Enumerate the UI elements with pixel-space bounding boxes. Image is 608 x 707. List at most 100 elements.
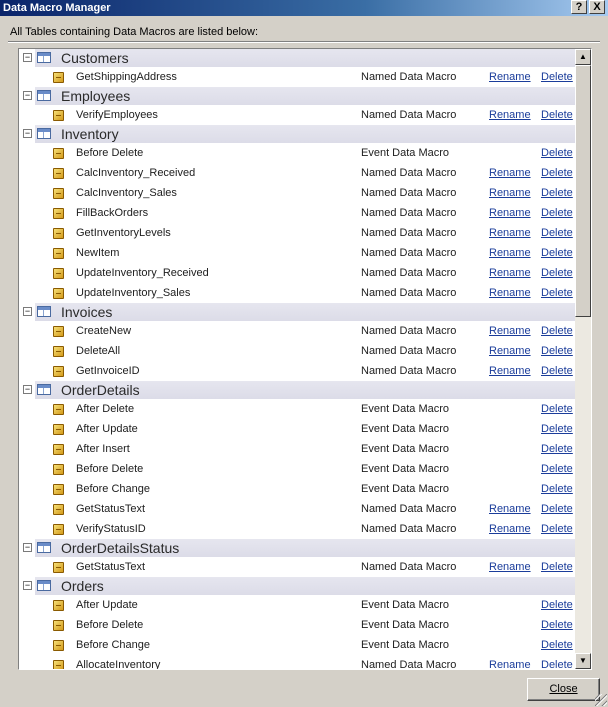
macro-type: Event Data Macro: [361, 483, 450, 495]
delete-link[interactable]: Delete: [541, 523, 573, 535]
delete-link[interactable]: Delete: [541, 227, 573, 239]
collapse-toggle-icon[interactable]: −: [23, 53, 32, 62]
rename-link[interactable]: Rename: [489, 523, 531, 535]
macro-name[interactable]: Before Delete: [76, 463, 143, 475]
macro-name[interactable]: CalcInventory_Received: [76, 167, 195, 179]
macro-name[interactable]: UpdateInventory_Received: [76, 267, 209, 279]
macro-name[interactable]: UpdateInventory_Sales: [76, 287, 190, 299]
macro-icon: [53, 268, 64, 279]
delete-link[interactable]: Delete: [541, 187, 573, 199]
macro-icon: [53, 248, 64, 259]
macro-type: Named Data Macro: [361, 345, 457, 357]
macro-name[interactable]: Before Change: [76, 483, 150, 495]
macro-name[interactable]: After Insert: [76, 443, 130, 455]
delete-link[interactable]: Delete: [541, 207, 573, 219]
delete-link[interactable]: Delete: [541, 167, 573, 179]
table-icon: [37, 542, 51, 553]
rename-link[interactable]: Rename: [489, 187, 531, 199]
rename-link[interactable]: Rename: [489, 207, 531, 219]
delete-link[interactable]: Delete: [541, 71, 573, 83]
macro-row: GetInventoryLevels Named Data Macro Rename…: [19, 223, 576, 243]
delete-link[interactable]: Delete: [541, 247, 573, 259]
rename-link[interactable]: Rename: [489, 267, 531, 279]
macro-row: After Update Event Data Macro Delete: [19, 595, 576, 615]
rename-link[interactable]: Rename: [489, 503, 531, 515]
delete-link[interactable]: Delete: [541, 561, 573, 573]
collapse-toggle-icon[interactable]: −: [23, 129, 32, 138]
macro-name[interactable]: DeleteAll: [76, 345, 120, 357]
scroll-down-button[interactable]: ▼: [575, 653, 591, 669]
delete-link[interactable]: Delete: [541, 443, 573, 455]
window-title: Data Macro Manager: [3, 2, 111, 14]
delete-link[interactable]: Delete: [541, 659, 573, 669]
delete-link[interactable]: Delete: [541, 109, 573, 121]
collapse-toggle-icon[interactable]: −: [23, 543, 32, 552]
macro-row: CalcInventory_Sales Named Data Macro Renam…: [19, 183, 576, 203]
macro-name[interactable]: GetInventoryLevels: [76, 227, 171, 239]
scroll-up-button[interactable]: ▲: [575, 49, 591, 65]
macro-row: VerifyStatusID Named Data Macro Rename Dele…: [19, 519, 576, 539]
table-group-header: − Employees: [23, 87, 576, 105]
macro-name[interactable]: FillBackOrders: [76, 207, 148, 219]
macro-name[interactable]: Before Delete: [76, 619, 143, 631]
rename-link[interactable]: Rename: [489, 167, 531, 179]
close-button[interactable]: Close: [527, 678, 600, 701]
collapse-toggle-icon[interactable]: −: [23, 581, 32, 590]
macro-name[interactable]: After Delete: [76, 403, 134, 415]
delete-link[interactable]: Delete: [541, 483, 573, 495]
macro-row: AllocateInventory Named Data Macro Rename D…: [19, 655, 576, 669]
rename-link[interactable]: Rename: [489, 71, 531, 83]
rename-link[interactable]: Rename: [489, 345, 531, 357]
delete-link[interactable]: Delete: [541, 619, 573, 631]
macro-name[interactable]: VerifyStatusID: [76, 523, 146, 535]
scroll-thumb[interactable]: [575, 65, 591, 317]
vertical-scrollbar[interactable]: ▲ ▼: [575, 49, 591, 669]
macro-type: Named Data Macro: [361, 207, 457, 219]
rename-link[interactable]: Rename: [489, 247, 531, 259]
rename-link[interactable]: Rename: [489, 561, 531, 573]
macro-name[interactable]: After Update: [76, 423, 138, 435]
macro-name[interactable]: CreateNew: [76, 325, 131, 337]
delete-link[interactable]: Delete: [541, 463, 573, 475]
rename-link[interactable]: Rename: [489, 325, 531, 337]
macro-name[interactable]: GetInvoiceID: [76, 365, 140, 377]
macro-row: Before Change Event Data Macro Delete: [19, 479, 576, 499]
window-close-button[interactable]: X: [589, 0, 605, 14]
delete-link[interactable]: Delete: [541, 345, 573, 357]
macro-type: Named Data Macro: [361, 523, 457, 535]
macro-icon: [53, 326, 64, 337]
resize-grip[interactable]: [595, 694, 607, 706]
macro-name[interactable]: GetStatusText: [76, 503, 145, 515]
rename-link[interactable]: Rename: [489, 227, 531, 239]
macro-name[interactable]: Before Delete: [76, 147, 143, 159]
collapse-toggle-icon[interactable]: −: [23, 307, 32, 316]
macro-name[interactable]: After Update: [76, 599, 138, 611]
macro-name[interactable]: AllocateInventory: [76, 659, 160, 669]
macro-type: Named Data Macro: [361, 325, 457, 337]
rename-link[interactable]: Rename: [489, 109, 531, 121]
rename-link[interactable]: Rename: [489, 659, 531, 669]
delete-link[interactable]: Delete: [541, 403, 573, 415]
delete-link[interactable]: Delete: [541, 599, 573, 611]
delete-link[interactable]: Delete: [541, 365, 573, 377]
delete-link[interactable]: Delete: [541, 503, 573, 515]
macro-name[interactable]: Before Change: [76, 639, 150, 651]
macro-list[interactable]: − Customers GetShippingAddress Named Data M…: [18, 48, 592, 670]
rename-link[interactable]: Rename: [489, 365, 531, 377]
delete-link[interactable]: Delete: [541, 423, 573, 435]
macro-name[interactable]: NewItem: [76, 247, 119, 259]
help-button[interactable]: ?: [571, 0, 587, 14]
macro-name[interactable]: VerifyEmployees: [76, 109, 158, 121]
collapse-toggle-icon[interactable]: −: [23, 91, 32, 100]
delete-link[interactable]: Delete: [541, 325, 573, 337]
macro-name[interactable]: GetStatusText: [76, 561, 145, 573]
rename-link[interactable]: Rename: [489, 287, 531, 299]
macro-name[interactable]: CalcInventory_Sales: [76, 187, 177, 199]
collapse-toggle-icon[interactable]: −: [23, 385, 32, 394]
delete-link[interactable]: Delete: [541, 287, 573, 299]
delete-link[interactable]: Delete: [541, 639, 573, 651]
table-icon: [37, 128, 51, 139]
delete-link[interactable]: Delete: [541, 147, 573, 159]
delete-link[interactable]: Delete: [541, 267, 573, 279]
macro-name[interactable]: GetShippingAddress: [76, 71, 177, 83]
